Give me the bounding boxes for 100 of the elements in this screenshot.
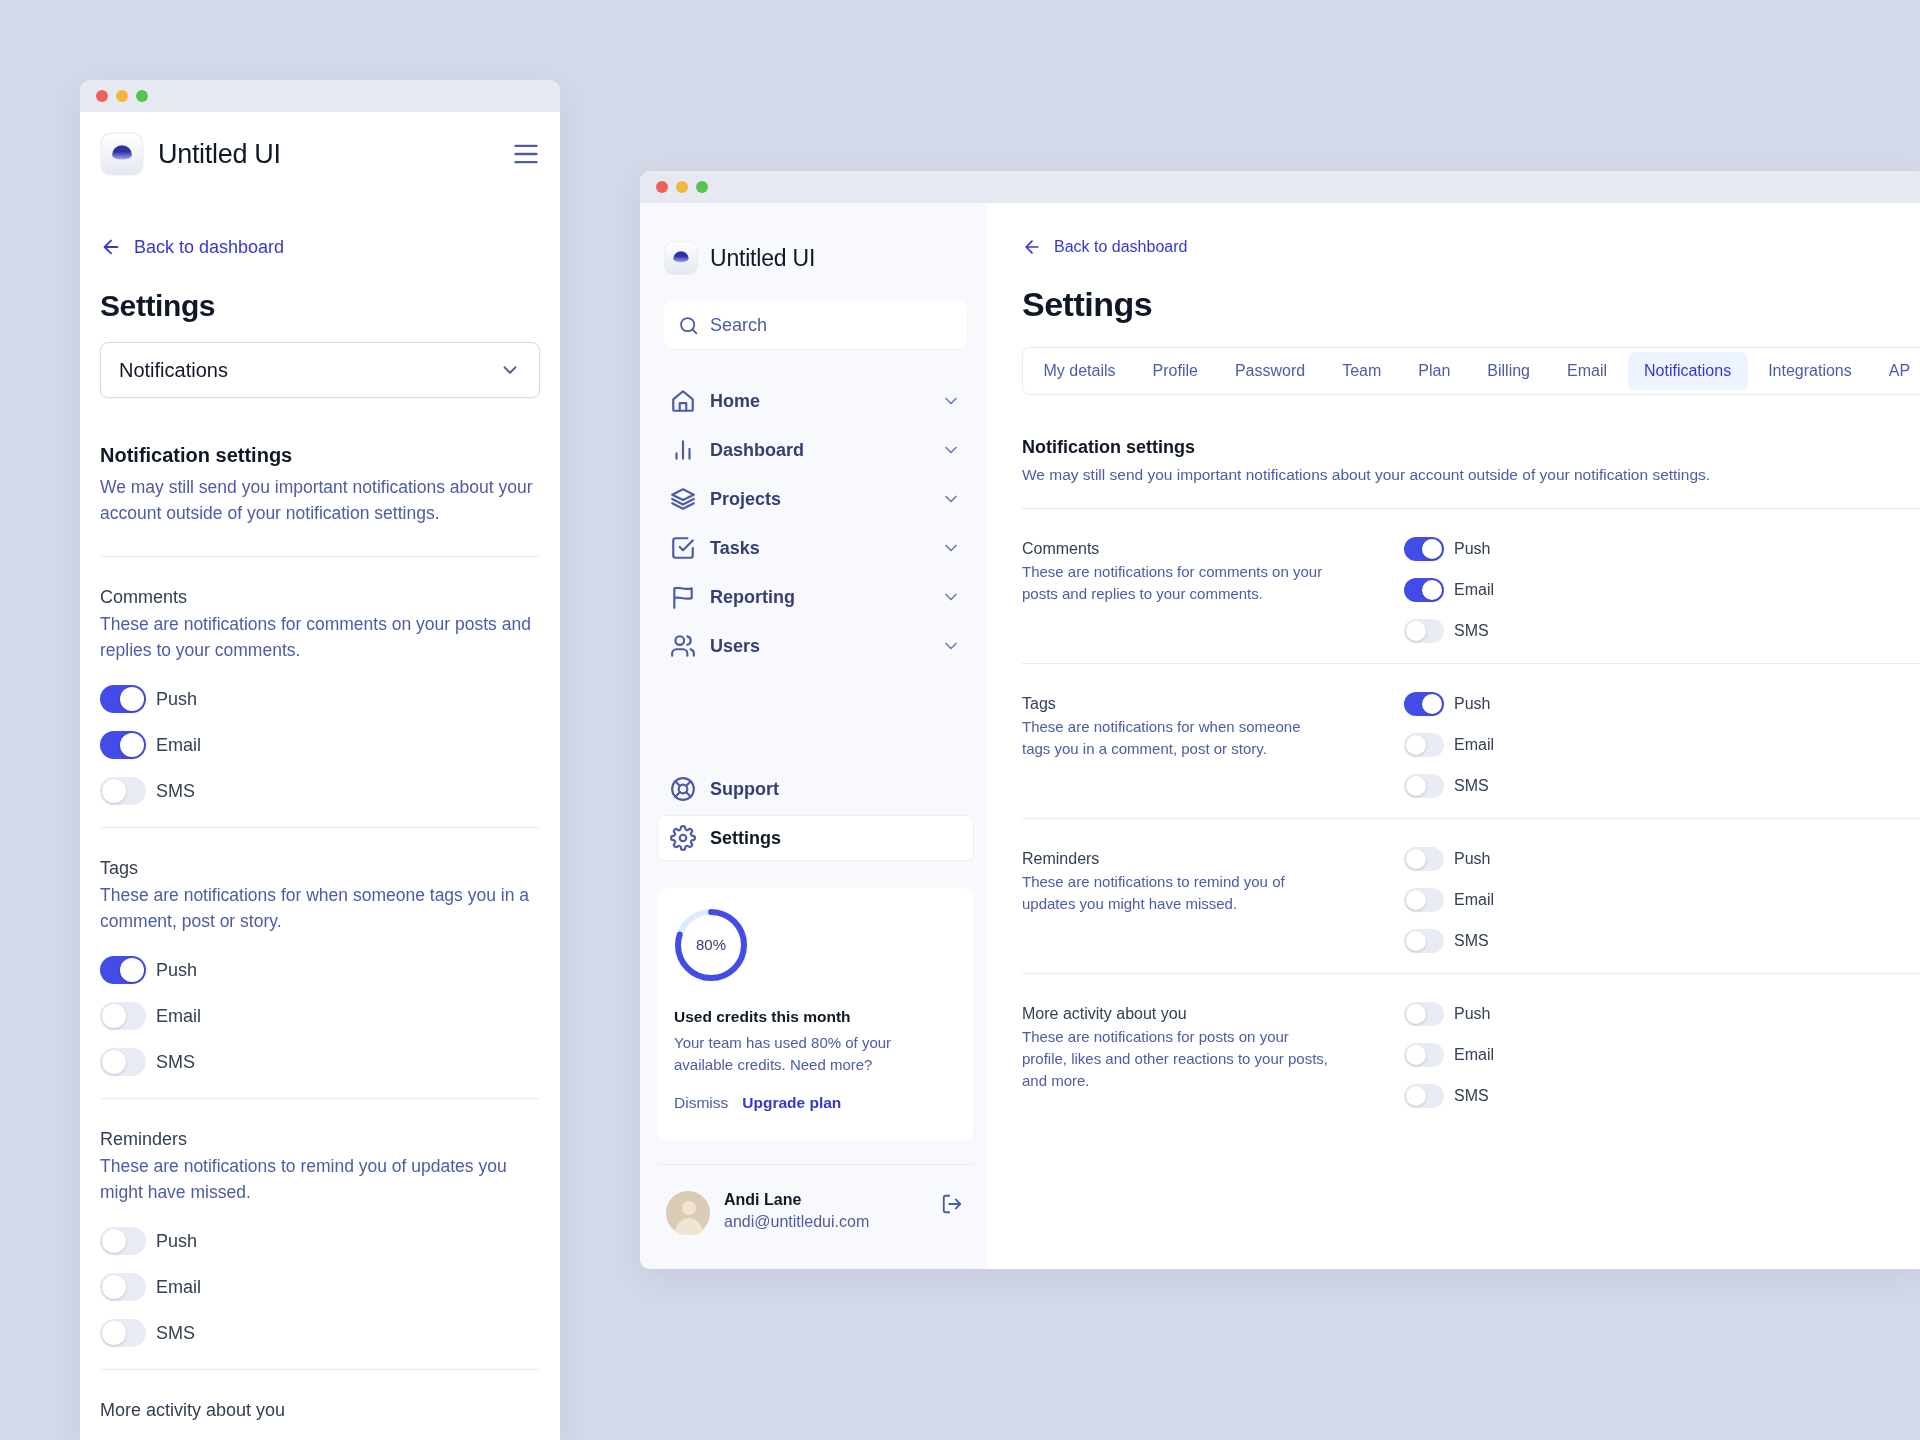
credits-text: Your team has used 80% of your available credits. Need more?	[674, 1033, 893, 1075]
toggle-switch[interactable]	[1404, 929, 1444, 953]
settings-icon	[670, 825, 696, 851]
toggle-label: Push	[1454, 850, 1491, 868]
toggle-label: SMS	[156, 1051, 195, 1073]
nav-item[interactable]: Tasks	[658, 526, 973, 570]
toggle-switch[interactable]	[100, 685, 146, 713]
toggle-label: Push	[1454, 1005, 1491, 1023]
tab[interactable]: Notifications	[1627, 352, 1748, 390]
toggle-switch[interactable]	[100, 1048, 146, 1076]
toggle-label: SMS	[1454, 1087, 1489, 1105]
toggle-switch[interactable]	[100, 1319, 146, 1347]
tab[interactable]: Plan	[1401, 352, 1467, 390]
select-value: Notifications	[119, 358, 228, 382]
toggle-label: SMS	[1454, 622, 1489, 640]
tab[interactable]: Integrations	[1751, 352, 1869, 390]
toggle-label: Email	[1454, 1046, 1494, 1064]
dismiss-link[interactable]: Dismiss	[674, 1094, 729, 1112]
notification-group-title: Tags	[100, 857, 140, 880]
tab[interactable]: Password	[1218, 352, 1322, 390]
toggle-label: Email	[1454, 736, 1494, 754]
notification-group-description: These are notifications to remind you of updates you might have missed.	[1022, 872, 1286, 914]
toggle-switch[interactable]	[1404, 1002, 1444, 1026]
window-zoom-button[interactable]	[696, 181, 708, 193]
logout-icon[interactable]	[941, 1193, 963, 1215]
toggle-switch[interactable]	[1404, 774, 1444, 798]
select-field[interactable]: Notifications	[100, 342, 540, 398]
tab[interactable]: Billing	[1470, 352, 1547, 390]
toggle-switch[interactable]	[100, 1227, 146, 1255]
toggle-switch[interactable]	[1404, 1043, 1444, 1067]
toggle-switch[interactable]	[1404, 847, 1444, 871]
toggle-label: Email	[1454, 581, 1494, 599]
nav-item[interactable]: Users	[658, 624, 973, 668]
credits-title: Used credits this month	[674, 1008, 852, 1026]
notification-group-description: These are notifications for posts on your profile, likes and other reactions to your posts, and more.	[1022, 1027, 1328, 1091]
toggle-switch[interactable]	[100, 1273, 146, 1301]
page-title: Settings	[1022, 284, 1154, 325]
notification-group-description: These are notifications for comments on your posts and replies to your comments.	[1022, 562, 1324, 604]
toggle-label: SMS	[1454, 932, 1489, 950]
toggle-switch[interactable]	[100, 777, 146, 805]
tab[interactable]: Email	[1550, 352, 1624, 390]
search-field[interactable]: Search	[664, 301, 967, 349]
notification-group-title: Reminders	[1022, 849, 1101, 869]
notification-group-title: Tags	[1022, 694, 1057, 714]
toggle-label: Push	[156, 1230, 198, 1252]
toggle-label: Email	[156, 1005, 201, 1027]
nav-item[interactable]: Dashboard	[658, 428, 973, 472]
toggle-label: SMS	[1454, 777, 1489, 795]
tab[interactable]: My details	[1027, 352, 1133, 390]
toggle-switch[interactable]	[100, 731, 146, 759]
lifebuoy-icon	[670, 776, 696, 802]
nav-item[interactable]: Home	[658, 379, 973, 423]
home-icon	[670, 388, 696, 414]
notification-group-description: These are notifications to remind you of updates you might have missed.	[100, 1155, 508, 1204]
back-link[interactable]: Back to dashboard	[1022, 237, 1188, 257]
section-description: We may still send you important notifications about your account outside of your notification settings.	[100, 476, 534, 525]
section-heading: Notification settings	[100, 443, 294, 468]
tab[interactable]: Team	[1325, 352, 1398, 390]
toggle-label: SMS	[156, 1322, 195, 1344]
toggle-switch[interactable]	[1404, 733, 1444, 757]
window-minimize-button[interactable]	[676, 181, 688, 193]
window-zoom-button[interactable]	[136, 90, 148, 102]
toggle-label: Push	[156, 688, 198, 710]
back-link[interactable]: Back to dashboard	[100, 236, 285, 258]
toggle-switch[interactable]	[1404, 888, 1444, 912]
window-close-button[interactable]	[96, 90, 108, 102]
page-title: Settings	[100, 288, 217, 324]
window-close-button[interactable]	[656, 181, 668, 193]
toggle-switch[interactable]	[100, 956, 146, 984]
toggle-switch[interactable]	[1404, 537, 1444, 561]
toggle-label: Push	[1454, 695, 1491, 713]
notification-group-description: These are notifications for when someone tags you in a comment, post or story.	[1022, 717, 1302, 759]
tab[interactable]: AP	[1872, 352, 1920, 390]
upgrade-link[interactable]: Upgrade plan	[742, 1094, 842, 1112]
progress-percent: 80%	[695, 935, 727, 955]
tab[interactable]: Profile	[1136, 352, 1215, 390]
toggle-label: Email	[156, 1276, 201, 1298]
avatar	[666, 1191, 710, 1235]
notification-group-description: These are notifications for comments on your posts and replies to your comments.	[100, 613, 532, 662]
layers-icon	[670, 486, 696, 512]
users-icon	[670, 633, 696, 659]
user-name: Andi Lane	[724, 1191, 803, 1209]
notification-group-description: These are notifications for when someone tags you in a comment, post or story.	[100, 884, 530, 933]
toggle-switch[interactable]	[100, 1002, 146, 1030]
toggle-switch[interactable]	[1404, 692, 1444, 716]
notification-group-title: Comments	[1022, 539, 1101, 559]
nav-item[interactable]: Settings	[658, 816, 973, 860]
toggle-label: Push	[1454, 540, 1491, 558]
toggle-switch[interactable]	[1404, 578, 1444, 602]
toggle-switch[interactable]	[1404, 1084, 1444, 1108]
nav-item[interactable]: Reporting	[658, 575, 973, 619]
notification-group-title: More activity about you	[1022, 1004, 1188, 1024]
logo-icon	[100, 132, 144, 176]
window-minimize-button[interactable]	[116, 90, 128, 102]
brand-name: Untitled UI	[158, 138, 282, 170]
toggle-switch[interactable]	[1404, 619, 1444, 643]
nav-item[interactable]: Support	[658, 767, 973, 811]
nav-item[interactable]: Projects	[658, 477, 973, 521]
section-description: We may still send you important notifications about your account outside of your notification settings.	[1022, 465, 1712, 485]
brand-name: Untitled UI	[710, 244, 816, 272]
